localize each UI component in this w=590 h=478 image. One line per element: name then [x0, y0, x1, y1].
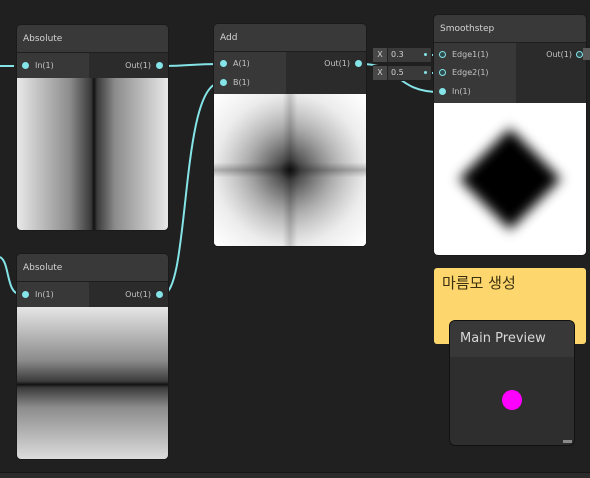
output-port-out[interactable]: Out(1): [125, 289, 163, 301]
main-preview-title[interactable]: Main Preview: [450, 321, 574, 357]
add-node[interactable]: Add A(1) B(1) Out(1): [214, 24, 366, 246]
input-port-a[interactable]: A(1): [220, 58, 250, 70]
output-port-out[interactable]: Out(1): [324, 58, 362, 70]
port-dot[interactable]: [156, 291, 163, 298]
port-dot[interactable]: [576, 51, 583, 58]
input-port-in[interactable]: In(1): [22, 60, 54, 72]
offscreen-node-edge: [583, 48, 590, 60]
absolute-node-bottom[interactable]: Absolute In(1) Out(1): [17, 254, 168, 459]
input-port-edge2[interactable]: Edge2(1): [439, 67, 489, 79]
input-port-b[interactable]: B(1): [220, 77, 250, 89]
port-label: In(1): [35, 61, 54, 70]
wire-absolute-top-to-add-a: [162, 63, 221, 67]
resize-handle[interactable]: [563, 440, 572, 443]
node-preview-image: [214, 94, 366, 246]
smoothstep-node[interactable]: Smoothstep Edge1(1) Edge2(1) In(1) Out(1…: [434, 15, 586, 255]
absolute-node-top[interactable]: Absolute In(1) Out(1): [17, 25, 168, 230]
constant-value[interactable]: 0.5: [391, 66, 404, 80]
port-dot[interactable]: [220, 79, 227, 86]
node-preview-image: [17, 78, 168, 230]
wire-absolute-bottom-to-add-b: [162, 82, 221, 295]
output-port-out[interactable]: Out(1): [125, 60, 163, 72]
axis-label: X: [373, 66, 388, 80]
edge2-constant-field[interactable]: X 0.5: [372, 65, 432, 81]
edge1-constant-field[interactable]: X 0.3: [372, 47, 432, 63]
port-dot[interactable]: [424, 71, 427, 74]
port-label: Out(1): [125, 290, 151, 299]
axis-label: X: [373, 48, 388, 62]
node-title[interactable]: Absolute: [17, 25, 168, 53]
preview-sphere[interactable]: [502, 390, 522, 410]
port-label: A(1): [233, 59, 250, 68]
constant-value[interactable]: 0.3: [391, 48, 404, 62]
port-dot[interactable]: [355, 60, 362, 67]
port-dot[interactable]: [156, 62, 163, 69]
port-label: In(1): [452, 87, 471, 96]
port-label: Out(1): [125, 61, 151, 70]
port-label: Out(1): [546, 50, 572, 59]
port-label: Edge2(1): [452, 68, 489, 77]
node-preview-image: [434, 103, 586, 255]
node-ports: A(1) B(1) Out(1): [214, 52, 366, 94]
node-title[interactable]: Absolute: [17, 254, 168, 282]
port-dot[interactable]: [439, 51, 446, 58]
main-preview-window[interactable]: Main Preview: [450, 321, 574, 445]
port-dot[interactable]: [22, 291, 29, 298]
node-title[interactable]: Smoothstep: [434, 15, 586, 43]
diamond-shape: [459, 128, 561, 230]
port-label: In(1): [35, 290, 54, 299]
input-port-edge1[interactable]: Edge1(1): [439, 49, 489, 61]
input-port-in[interactable]: In(1): [439, 86, 471, 98]
port-dot[interactable]: [439, 69, 446, 76]
node-ports: In(1) Out(1): [17, 53, 168, 78]
port-dot[interactable]: [220, 60, 227, 67]
port-dot[interactable]: [22, 62, 29, 69]
input-port-in[interactable]: In(1): [22, 289, 54, 301]
port-dot[interactable]: [439, 88, 446, 95]
node-title[interactable]: Add: [214, 24, 366, 52]
output-port-out[interactable]: Out(1): [546, 49, 583, 61]
graph-canvas[interactable]: Absolute In(1) Out(1) Absolute In(1) Out…: [0, 0, 590, 478]
node-ports: In(1) Out(1): [17, 282, 168, 307]
port-label: Edge1(1): [452, 50, 489, 59]
node-ports: Edge1(1) Edge2(1) In(1) Out(1): [434, 43, 586, 103]
port-dot[interactable]: [424, 53, 427, 56]
port-label: Out(1): [324, 59, 350, 68]
port-label: B(1): [233, 78, 250, 87]
sticky-note-text[interactable]: 마름모 생성: [442, 272, 516, 293]
bottom-edge-bar: [0, 472, 590, 478]
node-preview-image: [17, 307, 168, 459]
